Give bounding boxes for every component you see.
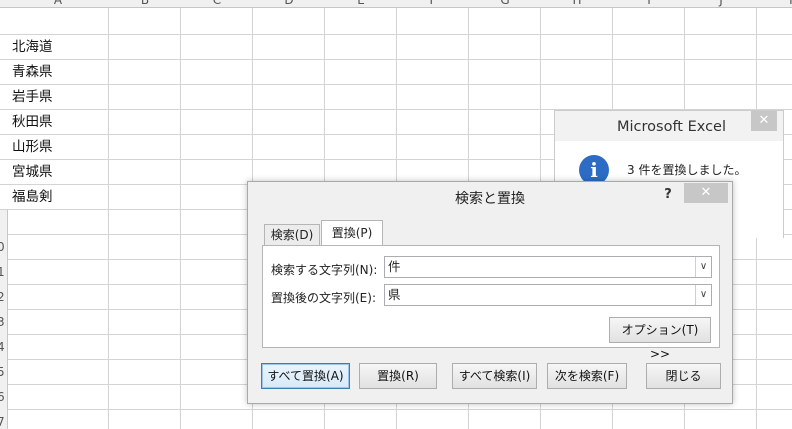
row-header[interactable]: 5 xyxy=(0,360,7,385)
row-header[interactable]: 3 xyxy=(0,310,7,335)
row-header[interactable]: 0 xyxy=(0,235,7,260)
cell-a2[interactable]: 北海道 xyxy=(12,35,53,60)
options-button[interactable]: オプション(T) >> xyxy=(609,317,711,361)
help-icon: ? xyxy=(664,187,672,202)
find-what-value: 件 xyxy=(388,259,401,274)
cell-a6[interactable]: 山形県 xyxy=(12,135,53,160)
cell-a7[interactable]: 宮城県 xyxy=(12,160,53,185)
column-header-k[interactable]: K xyxy=(757,0,792,7)
replace-with-label: 置換後の文字列(E): xyxy=(271,291,376,305)
column-header-i[interactable]: I xyxy=(613,0,685,7)
row-header[interactable]: 2 xyxy=(0,285,7,310)
tab-search[interactable]: 検索(D) xyxy=(264,224,320,246)
help-button[interactable]: ? xyxy=(658,185,678,205)
close-icon: ✕ xyxy=(758,113,770,128)
replace-button[interactable]: 置換(R) xyxy=(359,363,437,389)
chevron-down-icon[interactable]: ∨ xyxy=(695,257,711,277)
find-what-input[interactable]: 件 ∨ xyxy=(384,256,712,278)
find-replace-dialog: 検索と置換 ? ✕ 検索(D) 置換(P) 検索する文字列(N): 件 ∨ 置換… xyxy=(247,181,733,404)
cell-a8[interactable]: 福島剣 xyxy=(12,185,53,210)
cell-a4[interactable]: 岩手県 xyxy=(12,85,53,110)
replace-all-button[interactable]: すべて置換(A) xyxy=(261,363,350,389)
row-header[interactable]: 6 xyxy=(0,385,7,410)
close-icon: ✕ xyxy=(700,185,712,200)
close-button[interactable]: 閉じる xyxy=(646,363,721,389)
column-header-d[interactable]: D xyxy=(253,0,325,7)
row-header[interactable]: 7 xyxy=(0,410,7,429)
column-header-j[interactable]: J xyxy=(685,0,757,7)
dialog-close-button[interactable]: ✕ xyxy=(684,183,728,203)
column-header-b[interactable]: B xyxy=(109,0,181,7)
message-box-text: 3 件を置換しました。 xyxy=(627,163,747,177)
column-header-h[interactable]: H xyxy=(541,0,613,7)
column-header-a[interactable]: A xyxy=(22,0,94,7)
replace-with-value: 県 xyxy=(388,287,401,302)
column-header-c[interactable]: C xyxy=(181,0,253,7)
chevron-down-icon[interactable]: ∨ xyxy=(695,285,711,305)
column-header-g[interactable]: G xyxy=(469,0,541,7)
row-header[interactable]: 1 xyxy=(0,260,7,285)
find-what-label: 検索する文字列(N): xyxy=(271,263,378,277)
row-header-bar: 0 1 2 3 4 5 6 7 xyxy=(0,210,8,429)
replace-with-input[interactable]: 県 ∨ xyxy=(384,284,712,306)
tab-replace[interactable]: 置換(P) xyxy=(321,220,383,246)
find-all-button[interactable]: すべて検索(I) xyxy=(452,363,537,389)
message-box-title: Microsoft Excel xyxy=(617,119,727,135)
column-header-f[interactable]: F xyxy=(397,0,469,7)
message-box-close-button[interactable]: ✕ xyxy=(751,111,777,131)
column-header-bar: A B C D E F G H I J K xyxy=(0,0,792,8)
find-next-button[interactable]: 次を検索(F) xyxy=(547,363,627,389)
cell-a3[interactable]: 青森県 xyxy=(12,60,53,85)
column-header-e[interactable]: E xyxy=(325,0,397,7)
dialog-titlebar[interactable]: 検索と置換 ? ✕ xyxy=(248,182,732,212)
row-header[interactable]: 4 xyxy=(0,335,7,360)
replace-tab-panel: 検索する文字列(N): 件 ∨ 置換後の文字列(E): 県 ∨ オプション(T)… xyxy=(262,245,720,361)
cell-a5[interactable]: 秋田県 xyxy=(12,110,53,135)
